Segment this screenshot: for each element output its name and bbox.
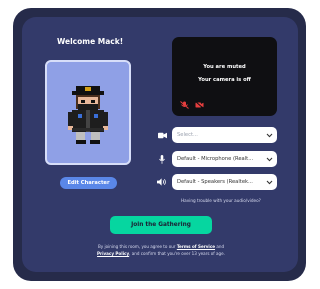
speaker-icon: [157, 177, 167, 187]
legal-notice-line-1: By joining this room, you agree to our T…: [82, 244, 240, 249]
terms-of-service-link[interactable]: Terms of Service: [177, 244, 215, 249]
chevron-down-icon: [261, 133, 277, 138]
privacy-policy-link[interactable]: Privacy Policy: [97, 251, 129, 256]
camera-select[interactable]: Select...: [172, 127, 277, 143]
muted-status: You are muted: [203, 64, 246, 70]
troubleshoot-link[interactable]: Having trouble with your audio/video?: [181, 198, 261, 203]
camera-select-value: Select...: [177, 132, 198, 138]
mic-off-icon[interactable]: [180, 101, 189, 109]
chevron-down-icon: [261, 180, 277, 185]
edit-character-button[interactable]: Edit Character: [60, 177, 117, 189]
legal-prefix: By joining this room, you agree to our: [97, 244, 176, 249]
legal-and: and: [216, 244, 225, 249]
legal-notice-line-2: Privacy Policy, and confirm that you're …: [82, 251, 240, 256]
microphone-select[interactable]: Default - Microphone (Realt...: [172, 151, 277, 167]
chevron-down-icon: [261, 157, 277, 162]
speakers-select-value: Default - Speakers (Realtek...: [177, 179, 253, 185]
welcome-heading: Welcome Mack!: [57, 37, 124, 46]
camera-off-icon[interactable]: [195, 101, 204, 109]
speakers-select[interactable]: Default - Speakers (Realtek...: [172, 174, 277, 190]
join-gathering-button[interactable]: Join the Gathering: [110, 216, 212, 234]
video-camera-icon: [157, 130, 167, 140]
character-preview: [45, 60, 131, 165]
legal-suffix: , and confirm that you're over 13 years …: [129, 251, 225, 256]
character-sprite: [68, 86, 108, 144]
microphone-icon: [157, 154, 167, 164]
camera-status: Your camera is off: [198, 77, 251, 83]
video-preview: You are muted Your camera is off: [172, 37, 277, 116]
microphone-select-value: Default - Microphone (Realt...: [177, 156, 254, 162]
